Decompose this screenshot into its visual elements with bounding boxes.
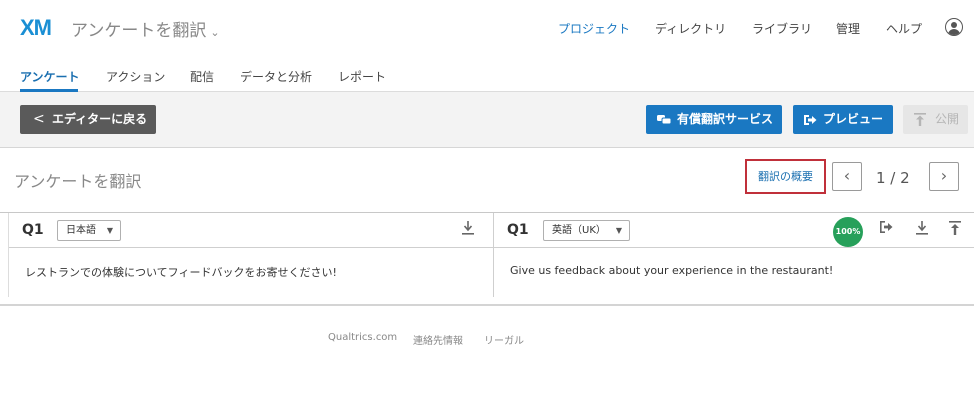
avatar-shoulders [948, 29, 960, 35]
target-language-select[interactable]: 英語（UK） ▼ [543, 220, 630, 241]
project-title-dropdown[interactable]: アンケートを翻訳 ⌄ [71, 16, 220, 41]
translate-title: アンケートを翻訳 [14, 172, 142, 191]
chevron-right-icon: › [940, 166, 948, 185]
xm-logo[interactable]: XM [20, 15, 52, 41]
footer-link-legal[interactable]: リーガル [484, 332, 524, 347]
translation-overview-button[interactable]: 翻訳の概要 [745, 159, 826, 194]
nav-item-library[interactable]: ライブラリ [752, 20, 812, 37]
target-language-value: 英語（UK） [552, 225, 606, 236]
chevron-down-icon: ⌄ [210, 26, 220, 39]
publish-upload-icon [914, 105, 926, 137]
tab-data-analysis[interactable]: データと分析 [240, 68, 312, 85]
publish-button[interactable]: 公開 [903, 105, 968, 134]
question-number: Q1 [22, 222, 44, 238]
nav-item-projects[interactable]: プロジェクト [558, 20, 630, 37]
project-tabs: アンケート アクション 配信 データと分析 レポート [0, 56, 974, 92]
tab-reports[interactable]: レポート [338, 68, 386, 85]
editor-toolbar: < エディターに戻る 有償翻訳サービス プレビュー 公開 [0, 92, 974, 148]
footer: Qualtrics.com 連絡先情報 リーガル [0, 332, 974, 348]
preview-button[interactable]: プレビュー [793, 105, 893, 134]
user-account-icon[interactable] [945, 18, 963, 36]
source-language-panel: Q1 日本語 ▼ レストランでの体験についてフィードバックをお寄せください! [8, 213, 494, 297]
question-number: Q1 [507, 222, 529, 238]
preview-arrow-icon [804, 105, 817, 137]
page-indicator: 1 / 2 [876, 169, 910, 187]
tab-distributions[interactable]: 配信 [190, 68, 214, 85]
caret-down-icon: ▼ [106, 226, 113, 235]
nav-item-help[interactable]: ヘルプ [886, 20, 922, 37]
paid-translation-button[interactable]: 有償翻訳サービス [646, 105, 782, 134]
avatar-head [951, 22, 957, 28]
download-icon[interactable] [462, 221, 474, 239]
footer-link-qualtrics[interactable]: Qualtrics.com [328, 332, 397, 343]
chevron-left-icon: ‹ [843, 166, 851, 185]
target-language-panel: Q1 英語（UK） ▼ 100% Give us feedback about … [494, 213, 974, 297]
download-icon[interactable] [916, 221, 928, 239]
target-question-text: Give us feedback about your experience i… [510, 264, 834, 277]
paid-translation-label: 有償翻訳サービス [677, 112, 774, 126]
upload-icon[interactable] [949, 221, 961, 239]
previous-page-button[interactable]: ‹ [832, 162, 862, 191]
chevron-left-icon: < [33, 111, 45, 127]
nav-item-directories[interactable]: ディレクトリ [655, 20, 726, 37]
back-to-editor-button[interactable]: < エディターに戻る [20, 105, 156, 134]
project-title: アンケートを翻訳 [71, 21, 207, 41]
caret-down-icon: ▼ [615, 226, 622, 235]
next-page-button[interactable]: › [929, 162, 959, 191]
import-icon[interactable] [880, 221, 893, 237]
translation-bubbles-icon [657, 105, 672, 137]
source-panel-header: Q1 日本語 ▼ [9, 213, 493, 248]
source-language-value: 日本語 [66, 225, 96, 236]
footer-link-contact[interactable]: 連絡先情報 [413, 332, 463, 347]
publish-label: 公開 [935, 112, 960, 126]
preview-label: プレビュー [823, 112, 884, 126]
tab-survey[interactable]: アンケート [20, 68, 80, 85]
tab-actions[interactable]: アクション [106, 68, 165, 85]
back-to-editor-label: エディターに戻る [52, 112, 148, 126]
top-header: XM アンケートを翻訳 ⌄ プロジェクト ディレクトリ ライブラリ 管理 ヘルプ [0, 0, 974, 56]
target-panel-header: Q1 英語（UK） ▼ 100% [494, 213, 974, 248]
content-divider [0, 304, 974, 306]
translation-progress-badge: 100% [833, 217, 863, 247]
source-language-select[interactable]: 日本語 ▼ [57, 220, 121, 241]
translate-header: アンケートを翻訳 翻訳の概要 ‹ 1 / 2 › [0, 149, 974, 213]
nav-item-admin[interactable]: 管理 [836, 20, 860, 37]
source-question-text: レストランでの体験についてフィードバックをお寄せください! [25, 266, 337, 279]
